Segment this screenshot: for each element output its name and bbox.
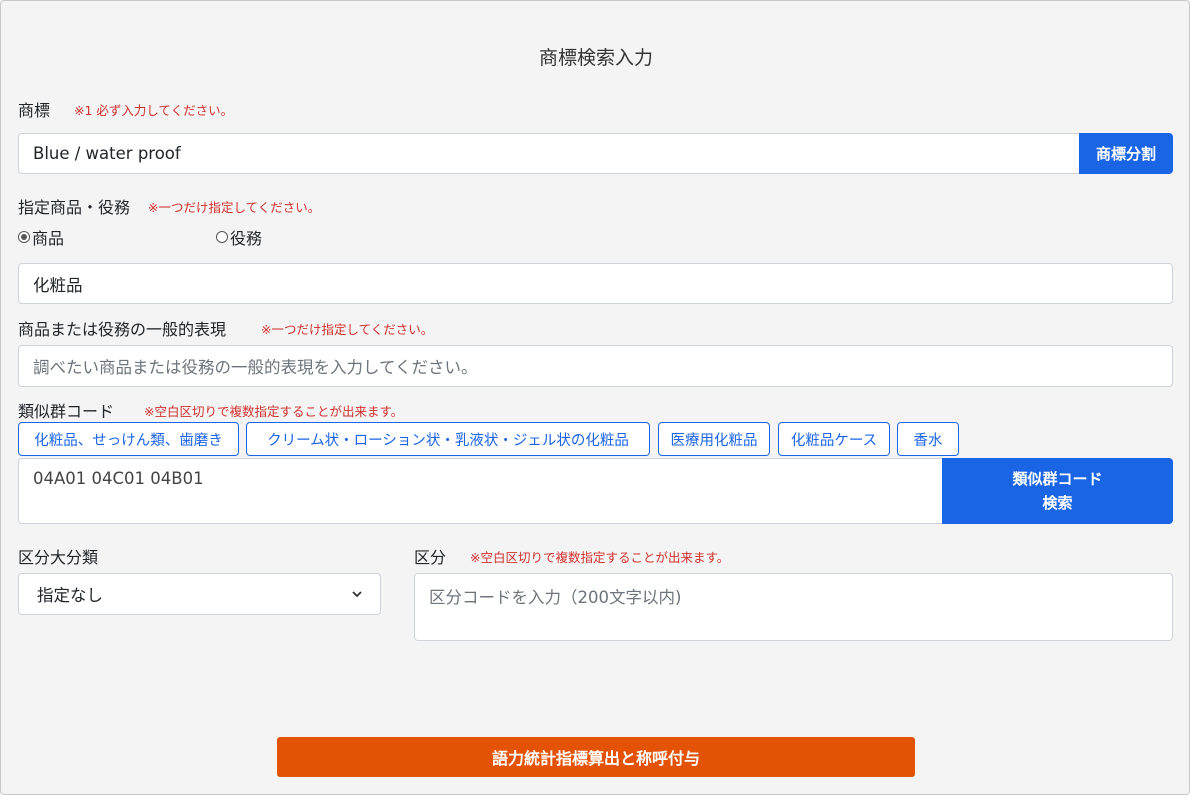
search-button-line1: 類似群コード	[1012, 470, 1103, 488]
similar-group-search-button[interactable]: 類似群コード 検索	[942, 458, 1173, 524]
radio-goods[interactable]: 商品	[18, 225, 64, 249]
radio-goods-label: 商品	[32, 229, 65, 248]
page-title: 商標検索入力	[538, 47, 653, 69]
designation-note: ※一つだけ指定してください。	[148, 200, 321, 215]
trademark-input[interactable]: Blue / water proof	[18, 133, 1080, 174]
general-expression-input[interactable]: 調べたい商品または役務の一般的表現を入力してください。	[18, 345, 1173, 387]
trademark-note: ※1 必ず入力してください。	[74, 103, 234, 118]
radio-services[interactable]: 役務	[216, 225, 262, 249]
chip-cosmetic-case[interactable]: 化粧品ケース	[778, 422, 890, 456]
radio-checked-icon	[18, 231, 30, 243]
general-expression-label: 商品または役務の一般的表現	[18, 320, 227, 339]
class-label: 区分	[414, 548, 447, 567]
designation-input[interactable]: 化粧品	[18, 263, 1173, 304]
chip-cream-lotion-cosmetics[interactable]: クリーム状・ローション状・乳液状・ジェル状の化粧品	[246, 422, 650, 456]
trademark-split-button[interactable]: 商標分割	[1079, 133, 1173, 174]
search-button-line2: 検索	[1042, 494, 1073, 512]
calculate-submit-button[interactable]: 語力統計指標算出と称呼付与	[277, 737, 915, 777]
chip-cosmetics-soap-toothpaste[interactable]: 化粧品、せっけん類、歯磨き	[18, 422, 239, 456]
class-major-selected: 指定なし	[37, 586, 103, 605]
radio-services-label: 役務	[230, 229, 263, 248]
similar-group-code-input[interactable]: 04A01 04C01 04B01	[18, 458, 943, 524]
chip-perfume[interactable]: 香水	[897, 422, 959, 456]
radio-unchecked-icon	[216, 231, 228, 243]
chip-medical-cosmetics[interactable]: 医療用化粧品	[658, 422, 770, 456]
class-major-select[interactable]: 指定なし	[18, 573, 381, 615]
class-code-input[interactable]: 区分コードを入力（200文字以内)	[414, 573, 1173, 641]
class-major-label: 区分大分類	[18, 548, 99, 567]
trademark-search-form: 商標検索入力 商標 ※1 必ず入力してください。 Blue / water pr…	[0, 0, 1190, 795]
class-note: ※空白区切りで複数指定することが出来ます。	[470, 550, 730, 565]
chevron-down-icon	[352, 591, 362, 598]
general-expression-note: ※一つだけ指定してください。	[261, 322, 434, 337]
trademark-label: 商標	[18, 101, 51, 120]
similar-group-note: ※空白区切りで複数指定することが出来ます。	[144, 404, 404, 419]
similar-group-label: 類似群コード	[18, 402, 115, 421]
designation-label: 指定商品・役務	[18, 198, 131, 217]
